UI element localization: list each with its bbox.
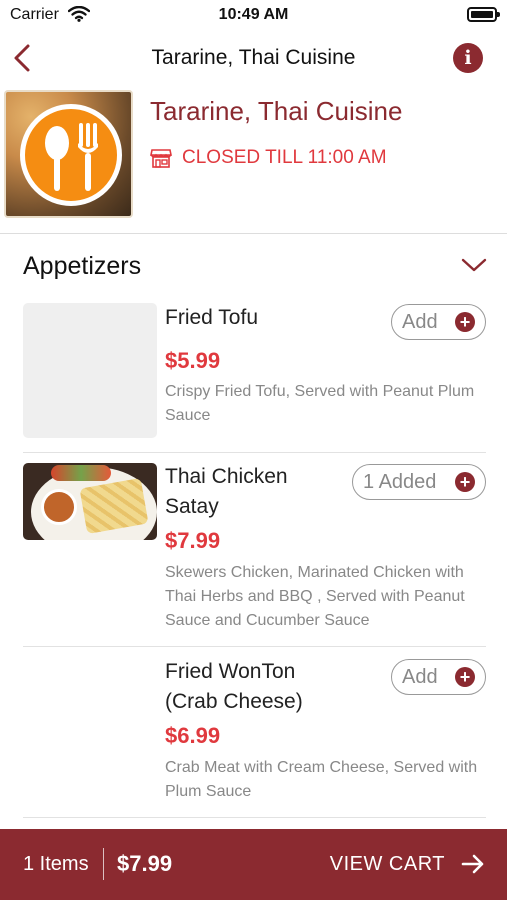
nav-title: Tararine, Thai Cuisine [151,46,356,69]
item-description: Crab Meat with Cream Cheese, Served with… [165,759,478,800]
add-button-label: Add [402,310,438,333]
battery-icon [467,7,500,22]
item-divider [23,817,486,818]
section-title: Appetizers [23,252,142,280]
menu-item-fried-tofu[interactable]: Fried Tofu $5.99 Crispy Fried Tofu, Serv… [23,303,486,443]
cart-item-count: 1 Items [23,853,89,875]
menu-item-fried-wonton[interactable]: Fried WonTon (Crab Cheese) $6.99 Crab Me… [23,657,486,807]
status-bar: Carrier 10:49 AM [0,0,507,32]
restaurant-status: CLOSED TILL 11:00 AM [150,147,387,169]
item-image [23,463,157,540]
plus-circle-icon: + [455,472,475,492]
cart-divider [103,848,104,880]
arrow-right-icon[interactable] [461,853,485,875]
cart-bar[interactable]: 1 Items $7.99 VIEW CART [0,829,507,900]
item-description: Crispy Fried Tofu, Served with Peanut Pl… [165,383,475,424]
item-divider [23,646,486,647]
added-button[interactable]: 1 Added + [352,464,486,500]
item-price: $6.99 [165,723,221,748]
item-image-placeholder [23,303,157,438]
navigation-bar: Tararine, Thai Cuisine i [0,32,507,84]
add-button[interactable]: Add + [391,659,486,695]
clock: 10:49 AM [218,6,289,23]
restaurant-logo [4,90,133,218]
item-name: Fried WonTon (Crab Cheese) [165,660,303,713]
closed-status-text: CLOSED TILL 11:00 AM [182,147,387,168]
item-description: Skewers Chicken, Marinated Chicken with … [165,564,465,629]
plus-circle-icon: + [455,667,475,687]
menu-item-thai-chicken-satay[interactable]: Thai Chicken Satay $7.99 Skewers Chicken… [23,462,486,637]
info-button[interactable]: i [453,43,483,73]
item-name: Fried Tofu [165,306,258,329]
item-name: Thai Chicken Satay [165,465,288,518]
header-divider [0,233,507,234]
add-button-label: Add [402,665,438,688]
spoon-fork-icon [20,104,122,206]
added-button-label: 1 Added [363,470,437,493]
view-cart-button[interactable]: VIEW CART [330,853,445,876]
info-icon: i [464,47,472,69]
item-divider [23,452,486,453]
chevron-down-icon[interactable] [461,256,487,274]
plus-circle-icon: + [455,312,475,332]
item-price: $7.99 [165,528,221,553]
restaurant-name: Tararine, Thai Cuisine [150,96,403,126]
add-button[interactable]: Add + [391,304,486,340]
cart-total: $7.99 [117,851,173,876]
item-price: $5.99 [165,348,221,373]
store-icon [150,149,172,168]
